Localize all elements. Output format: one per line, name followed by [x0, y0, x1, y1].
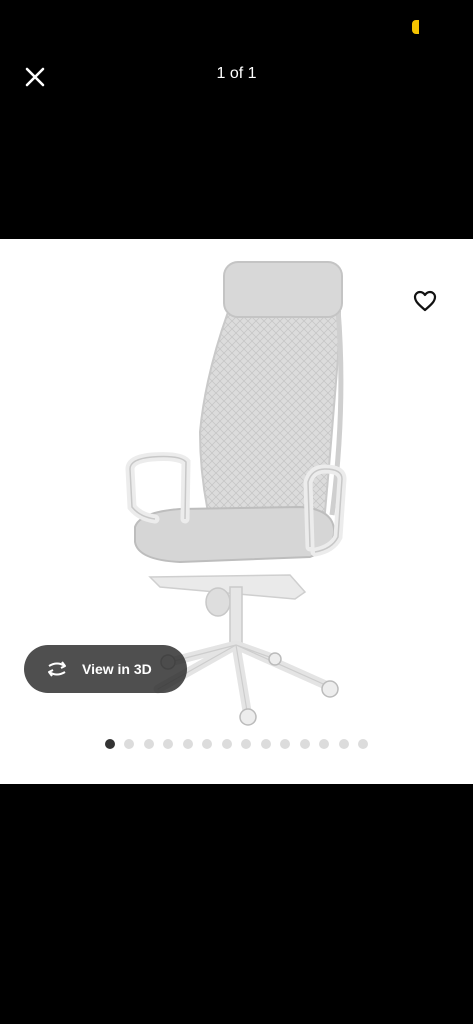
pagination-dot[interactable] [182, 739, 193, 749]
pagination-dot[interactable] [143, 739, 154, 749]
pagination-dot[interactable] [202, 739, 213, 749]
view-in-3d-label: View in 3D [82, 661, 152, 677]
favorite-button[interactable] [410, 287, 440, 315]
pagination-dot[interactable] [338, 739, 349, 749]
viewer-topbar: 1 of 1 [0, 50, 473, 102]
pagination-dot[interactable] [358, 739, 369, 749]
status-indicator [412, 20, 419, 34]
pagination-dot[interactable] [299, 739, 310, 749]
view-in-3d-button[interactable]: View in 3D [24, 645, 187, 693]
pagination-dot[interactable] [280, 739, 291, 749]
pagination-dot[interactable] [124, 739, 135, 749]
image-pagination-dots [0, 739, 473, 749]
pagination-dot[interactable] [221, 739, 232, 749]
image-counter: 1 of 1 [216, 65, 257, 82]
pagination-dot[interactable] [104, 739, 115, 749]
pagination-dot[interactable] [260, 739, 271, 749]
pagination-dot[interactable] [241, 739, 252, 749]
product-image-panel[interactable]: View in 3D [0, 239, 473, 784]
pagination-dot[interactable] [163, 739, 174, 749]
heart-outline-icon [413, 290, 437, 312]
rotate-3d-icon [44, 659, 70, 679]
pagination-dot[interactable] [319, 739, 330, 749]
